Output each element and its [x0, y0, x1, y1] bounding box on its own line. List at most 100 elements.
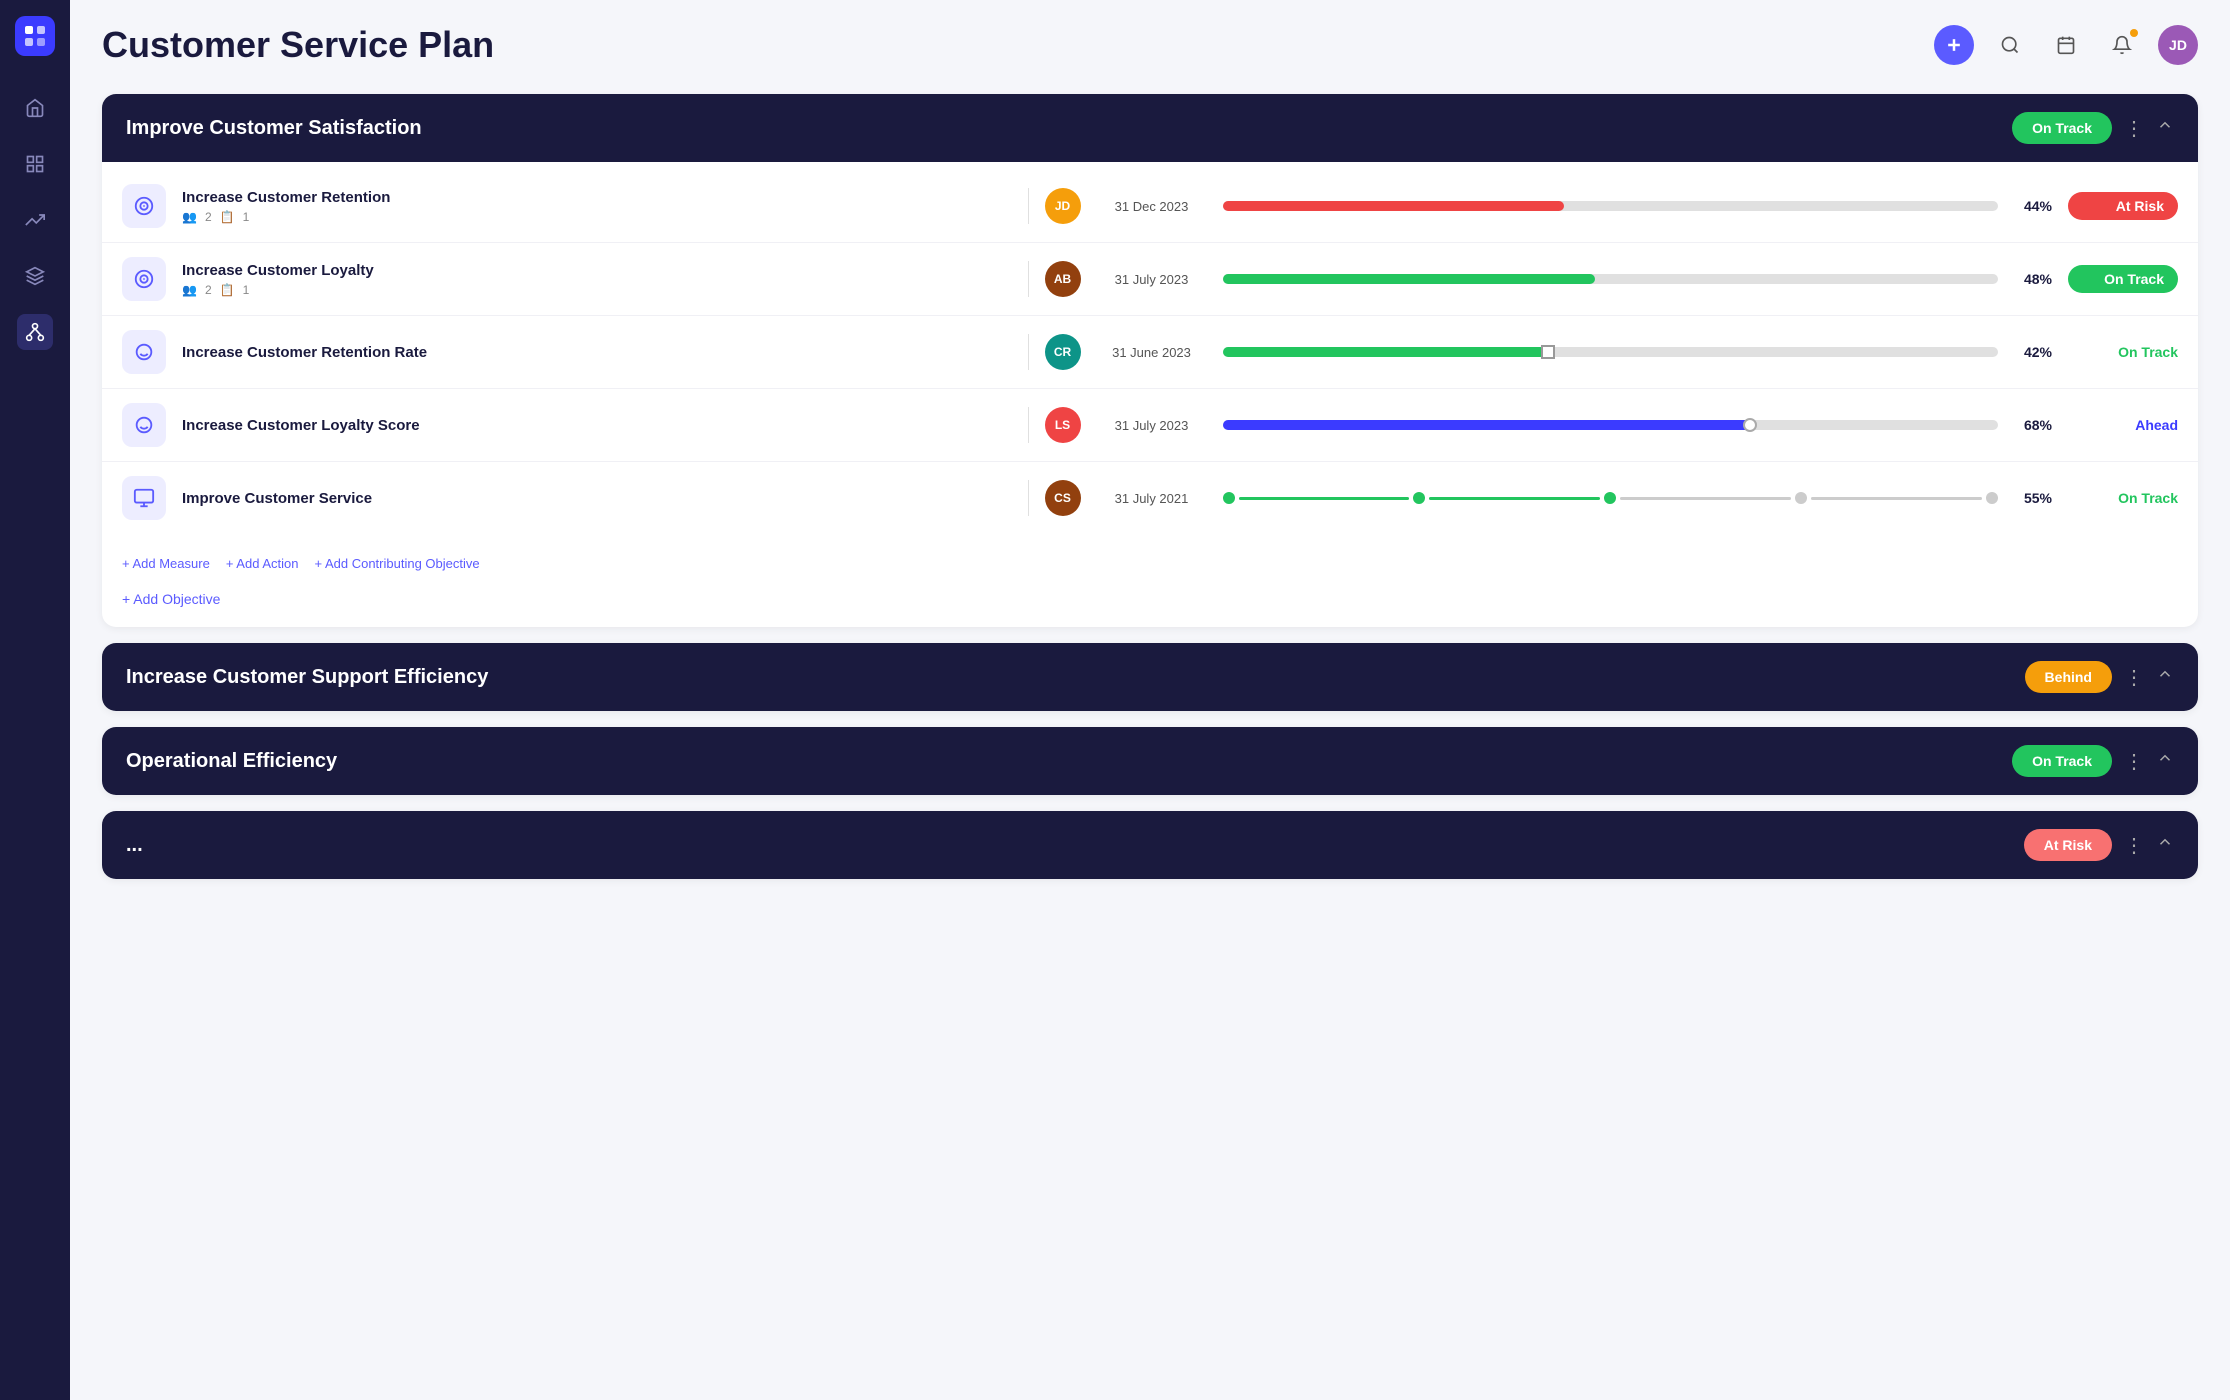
add-objective-row: + Add Objective: [102, 579, 2198, 627]
objective-menu-1[interactable]: ⋮: [2124, 116, 2144, 141]
kr-row-2: Increase Customer Loyalty 👥2 📋1 AB 31 Ju…: [102, 243, 2198, 316]
add-measure-link[interactable]: + Add Measure: [122, 556, 210, 571]
kr-avatar-1: JD: [1045, 188, 1081, 224]
kr-pct-3: 42%: [2010, 344, 2052, 360]
separator-2: [1028, 261, 1029, 297]
kr-progress-2: 48%: [1223, 271, 2053, 287]
kr-progress-fill-1: [1223, 201, 1564, 211]
kr-name-3: Increase Customer Retention Rate: [182, 344, 1012, 361]
kr-progress-fill-2: [1223, 274, 1595, 284]
kr-name-1: Increase Customer Retention: [182, 189, 1012, 206]
sidebar-navigation: [17, 90, 53, 350]
add-action-link[interactable]: + Add Action: [226, 556, 299, 571]
kr-progress-1: 44%: [1223, 198, 2053, 214]
objective-status-2[interactable]: Behind: [2025, 661, 2112, 693]
kr-status-2: On Track: [2068, 265, 2178, 293]
kr-progress-bar-4: [1223, 420, 1999, 430]
objective-card-1: Improve Customer Satisfaction On Track ⋮: [102, 94, 2198, 627]
objective-menu-4[interactable]: ⋮: [2124, 833, 2144, 858]
kr-status-1: At Risk: [2068, 192, 2178, 220]
kr-icon-5: [122, 476, 166, 520]
header-actions: JD: [1934, 25, 2198, 65]
objective-header-3: Operational Efficiency On Track ⋮: [102, 727, 2198, 795]
notification-button[interactable]: [2102, 25, 2142, 65]
sidebar-item-dashboard[interactable]: [17, 146, 53, 182]
objective-status-3[interactable]: On Track: [2012, 745, 2112, 777]
kr-avatar-5: CS: [1045, 480, 1081, 516]
objective-card-3: Operational Efficiency On Track ⋮: [102, 727, 2198, 795]
kr-date-5: 31 July 2021: [1097, 491, 1207, 506]
objective-header-right-3: On Track ⋮: [2012, 745, 2174, 777]
objective-header-4: ... At Risk ⋮: [102, 811, 2198, 879]
kr-row-4: Increase Customer Loyalty Score LS 31 Ju…: [102, 389, 2198, 462]
kr-pct-4: 68%: [2010, 417, 2052, 433]
objective-collapse-1[interactable]: [2156, 116, 2174, 140]
kr-icon-2: [122, 257, 166, 301]
separator-3: [1028, 334, 1029, 370]
objective-card-2: Increase Customer Support Efficiency Beh…: [102, 643, 2198, 711]
calendar-button[interactable]: [2046, 25, 2086, 65]
objective-menu-2[interactable]: ⋮: [2124, 665, 2144, 690]
objective-title-1: Improve Customer Satisfaction: [126, 117, 422, 140]
add-contributing-link[interactable]: + Add Contributing Objective: [314, 556, 479, 571]
add-links-row: + Add Measure + Add Action + Add Contrib…: [102, 542, 2198, 579]
sidebar-item-home[interactable]: [17, 90, 53, 126]
kr-progress-fill-4: [1223, 420, 1750, 430]
sidebar-item-analytics[interactable]: [17, 202, 53, 238]
kr-avatar-4: LS: [1045, 407, 1081, 443]
add-objective-link[interactable]: + Add Objective: [122, 591, 220, 607]
objective-header-2: Increase Customer Support Efficiency Beh…: [102, 643, 2198, 711]
kr-progress-5: 55%: [1223, 490, 2053, 506]
separator-1: [1028, 188, 1029, 224]
objective-header-right-1: On Track ⋮: [2012, 112, 2174, 144]
sidebar-logo[interactable]: [15, 16, 55, 56]
objective-status-4[interactable]: At Risk: [2024, 829, 2112, 861]
main-content: Customer Service Plan JD Improve Custome…: [70, 0, 2230, 1400]
kr-date-1: 31 Dec 2023: [1097, 199, 1207, 214]
objective-header-1: Improve Customer Satisfaction On Track ⋮: [102, 94, 2198, 162]
kr-pct-1: 44%: [2010, 198, 2052, 214]
kr-date-4: 31 July 2023: [1097, 418, 1207, 433]
objective-header-right-4: At Risk ⋮: [2024, 829, 2174, 861]
kr-sub-1: 👥2 📋1: [182, 210, 1012, 224]
objective-collapse-3[interactable]: [2156, 749, 2174, 773]
kr-date-2: 31 July 2023: [1097, 272, 1207, 287]
kr-icon-3: [122, 330, 166, 374]
page-title: Customer Service Plan: [102, 24, 494, 66]
top-header: Customer Service Plan JD: [102, 24, 2198, 66]
kr-progress-4: 68%: [1223, 417, 2053, 433]
kr-sub-2: 👥2 📋1: [182, 283, 1012, 297]
kr-pct-5: 55%: [2010, 490, 2052, 506]
kr-avatar-2: AB: [1045, 261, 1081, 297]
objective-card-4: ... At Risk ⋮: [102, 811, 2198, 879]
kr-name-4: Increase Customer Loyalty Score: [182, 417, 1012, 434]
kr-row-5: Improve Customer Service CS 31 July 2021: [102, 462, 2198, 534]
kr-row-3: Increase Customer Retention Rate CR 31 J…: [102, 316, 2198, 389]
kr-progress-bar-2: [1223, 274, 1999, 284]
sidebar-item-layers[interactable]: [17, 258, 53, 294]
kr-status-3: On Track: [2068, 344, 2178, 360]
add-button[interactable]: [1934, 25, 1974, 65]
kr-progress-fill-3: [1223, 347, 1549, 357]
kr-pct-2: 48%: [2010, 271, 2052, 287]
kr-avatar-3: CR: [1045, 334, 1081, 370]
kr-progress-3: 42%: [1223, 344, 2053, 360]
objective-title-4: ...: [126, 834, 143, 857]
user-avatar[interactable]: JD: [2158, 25, 2198, 65]
sidebar-item-network[interactable]: [17, 314, 53, 350]
objective-title-2: Increase Customer Support Efficiency: [126, 666, 488, 689]
kr-progress-bar-3: [1223, 347, 1999, 357]
kr-status-5: On Track: [2068, 490, 2178, 506]
objective-menu-3[interactable]: ⋮: [2124, 749, 2144, 774]
objective-status-1[interactable]: On Track: [2012, 112, 2112, 144]
objective-header-right-2: Behind ⋮: [2025, 661, 2174, 693]
objective-collapse-2[interactable]: [2156, 665, 2174, 689]
separator-5: [1028, 480, 1029, 516]
separator-4: [1028, 407, 1029, 443]
kr-status-4: Ahead: [2068, 417, 2178, 433]
kr-name-2: Increase Customer Loyalty: [182, 262, 1012, 279]
kr-icon-4: [122, 403, 166, 447]
kr-progress-bar-1: [1223, 201, 1999, 211]
search-button[interactable]: [1990, 25, 2030, 65]
objective-collapse-4[interactable]: [2156, 833, 2174, 857]
